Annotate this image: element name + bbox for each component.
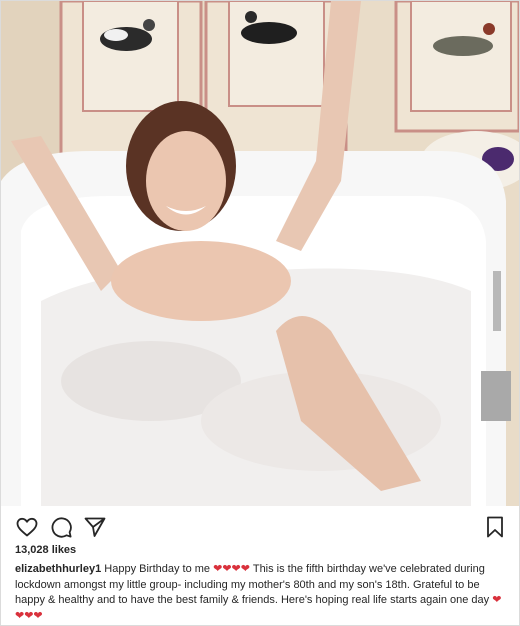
bookmark-icon[interactable]	[483, 515, 507, 539]
heart-outline-icon[interactable]	[15, 515, 39, 539]
comment-icon[interactable]	[49, 515, 73, 539]
send-icon[interactable]	[83, 515, 107, 539]
bathtub-photo	[1, 1, 519, 506]
heart-emoji-group-1: ❤❤❤❤	[213, 563, 250, 575]
post-photo[interactable]	[1, 1, 519, 506]
caption-username[interactable]: elizabethhurley1	[15, 563, 101, 575]
post-actions-bar	[1, 511, 519, 541]
likes-count[interactable]: 13,028 likes	[15, 544, 76, 556]
instagram-post: 13,028 likes elizabethhurley1 Happy Birt…	[0, 0, 520, 626]
post-caption: elizabethhurley1 Happy Birthday to me ❤❤…	[15, 562, 509, 624]
caption-text-1: Happy Birthday to me	[104, 563, 211, 575]
